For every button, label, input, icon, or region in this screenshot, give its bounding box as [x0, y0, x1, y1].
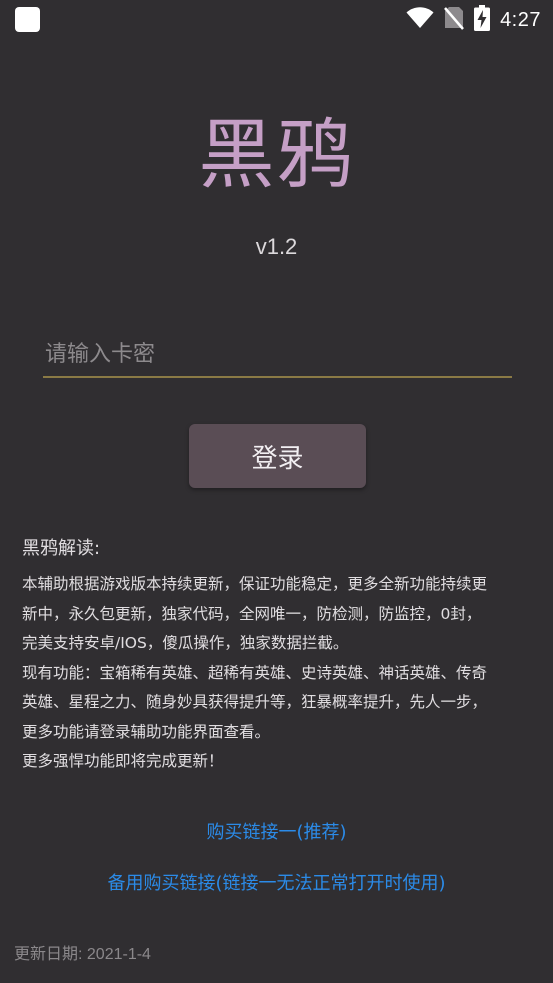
description-line: 完美支持安卓/IOS，傻瓜操作，独家数据拦截。 — [22, 634, 349, 652]
battery-charging-icon — [474, 5, 491, 35]
description-line: 现有功能：宝箱稀有英雄、超稀有英雄、史诗英雄、神话英雄、传奇 — [22, 663, 488, 682]
description-line: 新中，永久包更新，独家代码，全网唯一，防检测，防监控，0封， — [22, 604, 482, 623]
status-time: 4:27 — [500, 8, 541, 31]
primary-buy-link[interactable]: 购买链接一(推荐) — [0, 818, 553, 844]
description-text: 本辅助根据游戏版本持续更新，保证功能稳定，更多全新功能持续更 新中，永久包更新，… — [22, 570, 534, 777]
no-sim-icon — [444, 6, 465, 34]
description-heading: 黑鸦解读: — [22, 538, 101, 559]
backup-buy-link[interactable]: 备用购买链接(链接一无法正常打开时使用) — [0, 869, 553, 895]
update-date: 更新日期: 2021-1-4 — [14, 946, 151, 963]
description-line: 更多强悍功能即将完成更新！ — [22, 752, 224, 770]
description-line: 英雄、星程之力、随身妙具获得提升等，狂暴概率提升，先人一步， — [22, 693, 488, 711]
wifi-icon — [406, 7, 434, 33]
app-title: 黑鸦 — [198, 110, 355, 199]
status-bar: 4:27 — [0, 0, 553, 40]
card-key-input[interactable] — [43, 332, 512, 378]
app-version: v1.2 — [255, 234, 298, 259]
description-line: 更多功能请登录辅助功能界面查看。 — [22, 722, 271, 741]
status-icons: 4:27 — [396, 5, 541, 35]
description-line: 本辅助根据游戏版本持续更新，保证功能稳定，更多全新功能持续更 — [22, 575, 488, 593]
login-button[interactable]: 登录 — [189, 424, 366, 488]
app-notification-icon — [15, 7, 40, 32]
